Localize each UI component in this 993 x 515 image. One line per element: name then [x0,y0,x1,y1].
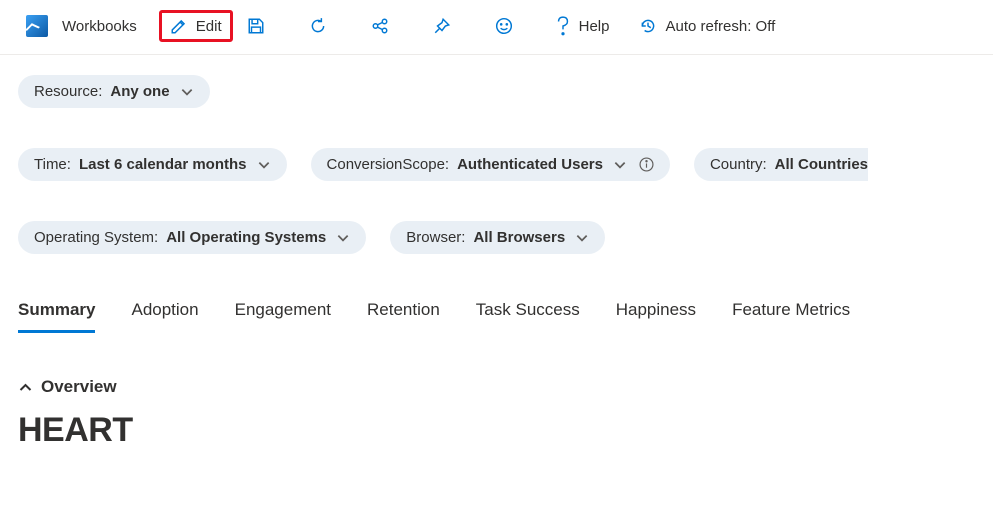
filter-bar: Resource: Any one Time: Last 6 calendar … [0,55,993,264]
filter-browser[interactable]: Browser: All Browsers [390,221,605,254]
toolbar: Workbooks Edit [0,0,993,55]
tab-engagement[interactable]: Engagement [235,300,331,333]
filter-label: Operating System: [34,229,158,246]
page-heading: HEART [18,411,975,450]
workbooks-label: Workbooks [62,18,137,35]
filter-value: Any one [110,83,169,100]
filter-label: Time: [34,156,71,173]
filter-value: All Browsers [473,229,565,246]
refresh-icon [309,17,327,35]
chevron-down-icon [257,158,271,172]
chevron-down-icon [575,231,589,245]
filter-label: Resource: [34,83,102,100]
save-button[interactable] [237,13,275,39]
tab-adoption[interactable]: Adoption [131,300,198,333]
filter-label: ConversionScope: [327,156,450,173]
filter-label: Country: [710,156,767,173]
history-icon [639,17,657,35]
tab-retention[interactable]: Retention [367,300,440,333]
filter-value: Authenticated Users [457,156,603,173]
tab-task-success[interactable]: Task Success [476,300,580,333]
overview-title: Overview [41,377,117,397]
feedback-button[interactable] [485,13,523,39]
filter-country[interactable]: Country: All Countries [694,148,868,181]
filter-label: Browser: [406,229,465,246]
edit-button[interactable]: Edit [159,10,233,42]
workbooks-button[interactable]: Workbooks [18,11,145,41]
filter-conversion-scope[interactable]: ConversionScope: Authenticated Users [311,148,670,181]
chevron-down-icon [336,231,350,245]
save-icon [247,17,265,35]
tab-feature-metrics[interactable]: Feature Metrics [732,300,850,333]
filter-value: All Countries [775,156,868,173]
help-icon [555,16,571,36]
overview-section: Overview HEART [0,333,993,450]
share-button[interactable] [361,13,399,39]
tab-bar: Summary Adoption Engagement Retention Ta… [0,264,993,333]
edit-label: Edit [196,18,222,35]
filter-resource[interactable]: Resource: Any one [18,75,210,108]
tab-happiness[interactable]: Happiness [616,300,696,333]
filter-value: Last 6 calendar months [79,156,247,173]
filter-time[interactable]: Time: Last 6 calendar months [18,148,287,181]
tab-summary[interactable]: Summary [18,300,95,333]
filter-os[interactable]: Operating System: All Operating Systems [18,221,366,254]
pin-button[interactable] [423,13,461,39]
pin-icon [433,17,451,35]
share-icon [371,17,389,35]
autorefresh-button[interactable]: Auto refresh: Off [631,13,783,39]
pencil-icon [170,17,188,35]
chevron-down-icon [613,158,627,172]
help-label: Help [579,18,610,35]
chevron-down-icon [180,85,194,99]
filter-value: All Operating Systems [166,229,326,246]
help-button[interactable]: Help [547,12,618,40]
info-icon [639,157,654,172]
workbooks-logo-icon [26,15,48,37]
chevron-up-icon [18,380,33,395]
refresh-button[interactable] [299,13,337,39]
smiley-icon [495,17,513,35]
overview-toggle[interactable]: Overview [18,377,975,397]
autorefresh-label: Auto refresh: Off [665,18,775,35]
